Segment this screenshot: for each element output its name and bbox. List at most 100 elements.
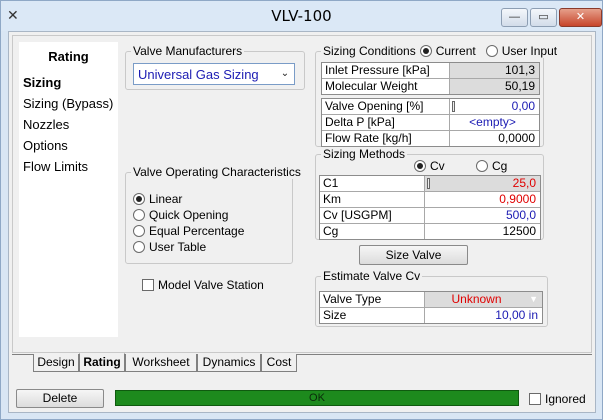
flow-rate-label: Flow Rate [kg/h] [322,131,450,146]
sizing-conditions-header: Sizing Conditions Current User Input [321,44,560,58]
rating-nav: Rating Sizing Sizing (Bypass) Nozzles Op… [19,42,118,337]
sizing-conditions-table-1: Inlet Pressure [kPa] 101,3 Molecular Wei… [321,62,540,95]
radio-user-table-dot[interactable] [133,241,145,253]
valve-manufacturers-legend: Valve Manufacturers [131,44,245,58]
tab-design[interactable]: Design [33,354,79,372]
radio-user-input-dot[interactable] [485,45,498,57]
valve-manufacturers-group: Valve Manufacturers Universal Gas Sizing… [125,44,305,90]
table-row: C1 25,0 [320,176,540,192]
delete-button[interactable]: Delete [16,389,104,408]
cv-usgpm-label: Cv [USGPM] [320,208,425,223]
valve-opening-label: Valve Opening [%] [322,99,450,114]
inlet-pressure-label: Inlet Pressure [kPa] [322,63,450,78]
table-row: Inlet Pressure [kPa] 101,3 [322,63,539,79]
rating-panel: Rating Sizing Sizing (Bypass) Nozzles Op… [12,35,592,353]
ignored-checkbox[interactable]: Ignored [529,392,586,406]
valve-opening-value[interactable]: 0,00 [450,99,539,114]
molecular-weight-label: Molecular Weight [322,79,450,94]
size-label: Size [320,308,425,323]
tab-dynamics[interactable]: Dynamics [197,354,261,372]
radio-user-input-label[interactable]: User Input [502,44,557,58]
valve-type-label: Valve Type [320,292,425,307]
nav-item-nozzles[interactable]: Nozzles [23,117,69,132]
delta-p-label: Delta P [kPa] [322,115,450,130]
radio-cg[interactable]: Cg [476,159,507,173]
c1-label: C1 [320,176,425,191]
model-valve-station-checkbox[interactable]: Model Valve Station [142,278,264,292]
title-bar[interactable]: ✕ VLV-100 — ▭ ✕ [1,1,602,31]
table-row: Delta P [kPa] <empty> [322,115,539,131]
c1-slider-handle[interactable] [427,178,430,189]
flow-rate-value[interactable]: 0,0000 [450,131,539,146]
radio-equal-percentage-label: Equal Percentage [149,224,245,238]
sizing-methods-group: Sizing Methods Cv Cg C1 25,0 Km 0,9000 C… [315,147,544,240]
estimate-valve-cv-group: Estimate Valve Cv Valve Type Unknown ▼ S… [315,269,548,327]
radio-quick-opening-dot[interactable] [133,209,145,221]
size-value[interactable]: 10,00 in [425,308,542,323]
valve-manufacturer-dropdown[interactable]: Universal Gas Sizing ⌄ [133,63,295,85]
radio-linear-dot[interactable] [133,193,145,205]
cg-value[interactable]: 12500 [425,224,540,239]
status-bar: OK [115,390,519,406]
chevron-down-icon[interactable]: ⌄ [276,64,294,84]
nav-item-flow-limits[interactable]: Flow Limits [23,159,88,174]
estimate-table: Valve Type Unknown ▼ Size 10,00 in [319,291,543,324]
km-value[interactable]: 0,9000 [425,192,540,207]
radio-linear[interactable]: Linear [133,192,182,206]
tab-worksheet[interactable]: Worksheet [125,354,197,372]
operating-characteristics-group: Valve Operating Characteristics Linear Q… [125,165,303,264]
tab-rating[interactable]: Rating [79,353,125,372]
radio-cv-label: Cv [430,159,445,173]
cv-usgpm-value[interactable]: 500,0 [425,208,540,223]
km-label: Km [320,192,425,207]
valve-window: ✕ VLV-100 — ▭ ✕ Rating Sizing Sizing (By… [0,0,603,420]
window-client: Rating Sizing Sizing (Bypass) Nozzles Op… [8,31,596,413]
valve-type-dropdown[interactable]: Unknown ▼ [425,292,542,307]
radio-equal-percentage[interactable]: Equal Percentage [133,224,244,238]
valve-opening-slider-handle[interactable] [452,101,455,112]
cg-label: Cg [320,224,425,239]
minimize-icon: — [509,11,520,23]
radio-cv[interactable]: Cv [414,159,445,173]
nav-item-options[interactable]: Options [23,138,68,153]
valve-manufacturer-value: Universal Gas Sizing [138,67,259,82]
inlet-pressure-value[interactable]: 101,3 [450,63,539,78]
sizing-conditions-group: Sizing Conditions Current User Input Inl… [315,44,560,147]
maximize-button[interactable]: ▭ [530,8,557,27]
nav-item-sizing[interactable]: Sizing [23,75,61,90]
radio-equal-percentage-dot[interactable] [133,225,145,237]
table-row: Molecular Weight 50,19 [322,79,539,95]
radio-user-table-label: User Table [149,240,207,254]
radio-cv-dot[interactable] [414,160,426,172]
nav-item-sizing-bypass[interactable]: Sizing (Bypass) [23,96,113,111]
table-row: Size 10,00 in [320,308,542,324]
model-valve-station-label: Model Valve Station [158,278,264,292]
molecular-weight-value[interactable]: 50,19 [450,79,539,94]
delta-p-value[interactable]: <empty> [450,115,539,130]
radio-quick-opening[interactable]: Quick Opening [133,208,228,222]
radio-linear-label: Linear [149,192,183,206]
table-row: Km 0,9000 [320,192,540,208]
minimize-button[interactable]: — [501,8,528,27]
sizing-methods-legend: Sizing Methods [321,147,408,161]
table-row: Valve Type Unknown ▼ [320,292,542,308]
sizing-methods-table: C1 25,0 Km 0,9000 Cv [USGPM] 500,0 Cg 12… [319,175,541,240]
c1-value[interactable]: 25,0 [425,176,540,191]
tab-cost[interactable]: Cost [261,354,297,372]
model-valve-station-box[interactable] [142,279,154,291]
radio-cg-dot[interactable] [476,160,488,172]
radio-current-label[interactable]: Current [436,44,476,58]
estimate-valve-cv-legend: Estimate Valve Cv [321,269,423,283]
radio-quick-opening-label: Quick Opening [149,208,229,222]
close-button[interactable]: ✕ [559,8,602,27]
ignored-label: Ignored [545,392,586,406]
radio-current-dot[interactable] [419,45,432,57]
radio-user-table[interactable]: User Table [133,240,206,254]
size-valve-button[interactable]: Size Valve [359,245,468,265]
table-row: Cg 12500 [320,224,540,240]
c1-text: 25,0 [512,176,536,190]
ignored-box[interactable] [529,393,541,405]
chevron-down-icon[interactable]: ▼ [529,292,538,307]
rating-nav-heading: Rating [48,49,89,64]
close-icon: ✕ [575,11,586,23]
